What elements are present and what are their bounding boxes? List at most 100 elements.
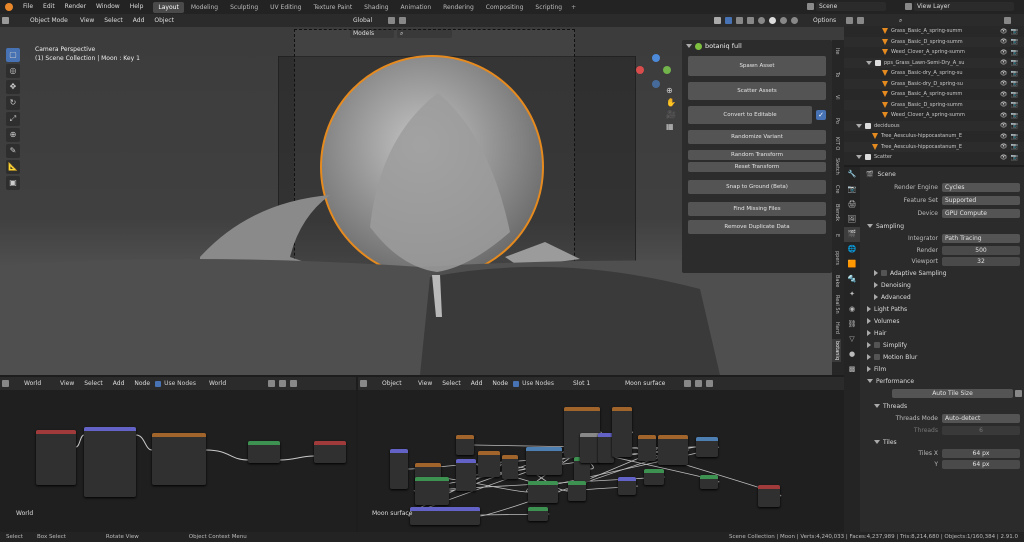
tab-texture-paint[interactable]: Texture Paint — [308, 2, 357, 13]
zoom-icon[interactable]: ⊕ — [666, 85, 676, 97]
world-menu-node[interactable]: Node — [129, 377, 155, 390]
threads-header[interactable]: Threads — [862, 400, 1024, 412]
physics-tab-icon[interactable]: ◉ — [844, 302, 860, 317]
render-icon[interactable]: 📷 — [1011, 133, 1018, 140]
outliner-editor-icon[interactable] — [846, 16, 853, 24]
tool-tab-icon[interactable]: 🔧 — [844, 167, 860, 182]
adaptive-sampling-checkbox[interactable] — [881, 270, 887, 276]
side-tab-e[interactable]: E — [832, 224, 841, 247]
shader-node[interactable] — [580, 433, 600, 463]
mapping-node[interactable] — [84, 427, 136, 497]
simplify-checkbox[interactable] — [874, 342, 880, 348]
menu-edit[interactable]: Edit — [38, 0, 60, 14]
motion-blur-checkbox[interactable] — [874, 354, 880, 360]
botaniq-button-remove-duplicate-data[interactable]: Remove Duplicate Data — [688, 220, 826, 234]
botaniq-button-snap-to-ground-beta[interactable]: Snap to Ground (Beta) — [688, 180, 826, 194]
light-paths-header[interactable]: Light Paths — [862, 303, 1024, 315]
side-tab-ppers[interactable]: ppers — [832, 247, 841, 270]
world-datablock-field[interactable]: World — [205, 379, 266, 388]
material-shading-icon[interactable] — [780, 17, 787, 24]
shader-node[interactable] — [638, 435, 656, 461]
y-axis-icon[interactable] — [663, 66, 671, 74]
z-axis-icon[interactable] — [652, 54, 660, 62]
settings-icon[interactable] — [1015, 390, 1022, 397]
render-icon[interactable]: 📷 — [1011, 59, 1018, 66]
device-dropdown[interactable]: GPU Compute — [942, 209, 1020, 218]
shader-node[interactable] — [478, 451, 500, 477]
side-tab-hard[interactable]: Hard — [832, 316, 841, 339]
outliner-item[interactable]: Grass_Basic-dry_A_spring-su 👁 📷 — [844, 68, 1024, 79]
visibility-icon[interactable] — [714, 17, 721, 24]
render-tab-icon[interactable]: 📷 — [844, 182, 860, 197]
outliner-search-input[interactable]: ⌕ — [896, 15, 996, 25]
render-icon[interactable]: 📷 — [1011, 91, 1018, 98]
tiles-y-field[interactable]: 64 px — [942, 460, 1020, 469]
visibility-icon[interactable]: 👁 — [1000, 28, 1008, 35]
shader-node[interactable] — [528, 507, 548, 521]
tab-shading[interactable]: Shading — [359, 2, 393, 13]
shader-node[interactable] — [568, 481, 586, 501]
render-engine-dropdown[interactable]: Cycles — [942, 183, 1020, 192]
view-layer-selector[interactable]: View Layer — [903, 2, 1014, 11]
shader-node[interactable] — [612, 407, 632, 457]
side-tab-real-sn[interactable]: Real Sn — [832, 293, 841, 316]
outliner-expand-icon[interactable] — [866, 60, 872, 65]
rendered-shading-icon[interactable] — [791, 17, 798, 24]
world-tab-icon[interactable]: 🌐 — [844, 242, 860, 257]
filter-icon[interactable] — [857, 16, 864, 24]
motion-blur-header[interactable]: Motion Blur — [862, 351, 1024, 363]
tab-layout[interactable]: Layout — [153, 1, 184, 13]
data-tab-icon[interactable]: ▽ — [844, 332, 860, 347]
shader-node[interactable] — [644, 469, 664, 485]
tab-compositing[interactable]: Compositing — [481, 2, 529, 13]
x-axis-icon[interactable] — [636, 66, 644, 74]
render-icon[interactable]: 📷 — [1011, 49, 1018, 56]
editor-type-icon[interactable] — [2, 17, 9, 24]
side-tab-blendk[interactable]: Blendk — [832, 201, 841, 224]
simplify-header[interactable]: Simplify — [862, 339, 1024, 351]
world-output-node[interactable] — [314, 441, 346, 463]
scene-tab-icon[interactable]: 🎬 — [844, 227, 860, 242]
shader-node[interactable] — [502, 455, 518, 479]
side-tab-botaniq[interactable]: botaniq — [832, 339, 841, 362]
botaniq-button-find-missing-files[interactable]: Find Missing Files — [688, 202, 826, 216]
convert-checkbox[interactable]: ✓ — [816, 110, 826, 120]
outliner-item[interactable]: deciduous 👁 📷 — [844, 120, 1024, 131]
volumes-header[interactable]: Volumes — [862, 315, 1024, 327]
options-button[interactable]: Options — [810, 16, 840, 25]
visibility-icon[interactable]: 👁 — [1000, 80, 1008, 87]
outliner-item[interactable]: pps_Grass_Lawn-Semi-Dry_A_su 👁 📷 — [844, 57, 1024, 68]
side-tab-sketch[interactable]: Sketch — [832, 155, 841, 178]
visibility-icon[interactable]: 👁 — [1000, 70, 1008, 77]
menu-file[interactable]: File — [18, 0, 38, 14]
botaniq-button-reset-transform[interactable]: Reset Transform — [688, 162, 826, 172]
adaptive-sampling-header[interactable]: Adaptive Sampling — [862, 267, 1024, 279]
environment-texture-node[interactable] — [152, 433, 206, 485]
tab-uv-editing[interactable]: UV Editing — [265, 2, 306, 13]
hair-header[interactable]: Hair — [862, 327, 1024, 339]
botaniq-button-randomize-variant[interactable]: Randomize Variant — [688, 130, 826, 144]
render-icon[interactable]: 📷 — [1011, 80, 1018, 87]
botaniq-button-spawn-asset[interactable]: Spawn Asset — [688, 56, 826, 76]
shader-node[interactable] — [456, 459, 476, 491]
viewport-menu-object[interactable]: Object — [149, 14, 179, 27]
menu-render[interactable]: Render — [60, 0, 91, 14]
outliner-item[interactable]: Weed_Clover_A_spring-summ 👁 📷 — [844, 47, 1024, 58]
world-menu-select[interactable]: Select — [79, 377, 108, 390]
tab-modeling[interactable]: Modeling — [186, 2, 223, 13]
menu-help[interactable]: Help — [125, 0, 149, 14]
gizmo-icon[interactable] — [725, 17, 732, 24]
outliner-item[interactable]: Scatter 👁 📷 — [844, 152, 1024, 163]
side-tab-kit-o[interactable]: KIT O — [832, 132, 841, 155]
viewport-menu-view[interactable]: View — [75, 14, 99, 27]
feature-set-dropdown[interactable]: Supported — [942, 196, 1020, 205]
perspective-toggle-icon[interactable]: ▦ — [666, 121, 676, 133]
texture-tab-icon[interactable]: ▩ — [844, 362, 860, 377]
collapse-icon[interactable] — [686, 44, 692, 48]
botaniq-header[interactable]: botaniq full — [682, 40, 832, 52]
botaniq-button-scatter-assets[interactable]: Scatter Assets — [688, 82, 826, 100]
view-layer-tab-icon[interactable]: 🖼 — [844, 212, 860, 227]
outliner-item[interactable]: Grass_Basic_D_spring-summ 👁 📷 — [844, 99, 1024, 110]
constraints-tab-icon[interactable]: ⛓ — [844, 317, 860, 332]
render-icon[interactable]: 📷 — [1011, 38, 1018, 45]
